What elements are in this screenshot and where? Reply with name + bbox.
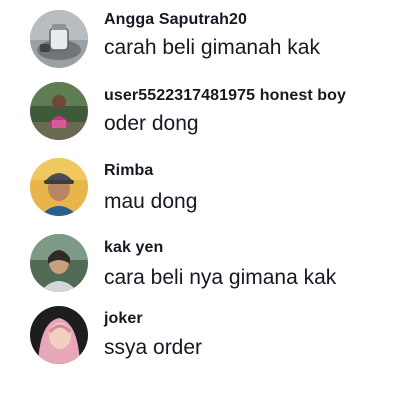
- comment-item: kak yen cara beli nya gimana kak: [0, 232, 400, 292]
- avatar[interactable]: [30, 306, 88, 364]
- comment-text: oder dong: [104, 112, 199, 135]
- avatar[interactable]: [30, 234, 88, 292]
- comment-username[interactable]: joker: [104, 310, 143, 328]
- comment-item: joker ssya order: [0, 304, 400, 364]
- avatar-image: [30, 82, 88, 140]
- avatar[interactable]: [30, 10, 88, 68]
- avatar-image: [30, 234, 88, 292]
- comment-item: user5522317481975 honest boy oder dong: [0, 80, 400, 140]
- comment-username[interactable]: user5522317481975 honest boy: [104, 87, 346, 105]
- comment-text: carah beli gimanah kak: [104, 36, 320, 59]
- avatar-image: [30, 10, 88, 68]
- comment-text: cara beli nya gimana kak: [104, 266, 337, 289]
- comment-text: ssya order: [104, 336, 203, 359]
- comment-username[interactable]: Rimba: [104, 162, 153, 180]
- comment-item: Rimba mau dong: [0, 156, 400, 216]
- comment-text: mau dong: [104, 190, 198, 213]
- comment-username[interactable]: kak yen: [104, 239, 163, 257]
- comment-item: Angga Saputrah20 carah beli gimanah kak: [0, 8, 400, 68]
- avatar[interactable]: [30, 82, 88, 140]
- avatar-image: [30, 158, 88, 216]
- avatar-image: [30, 306, 88, 364]
- avatar[interactable]: [30, 158, 88, 216]
- comment-username[interactable]: Angga Saputrah20: [104, 11, 247, 29]
